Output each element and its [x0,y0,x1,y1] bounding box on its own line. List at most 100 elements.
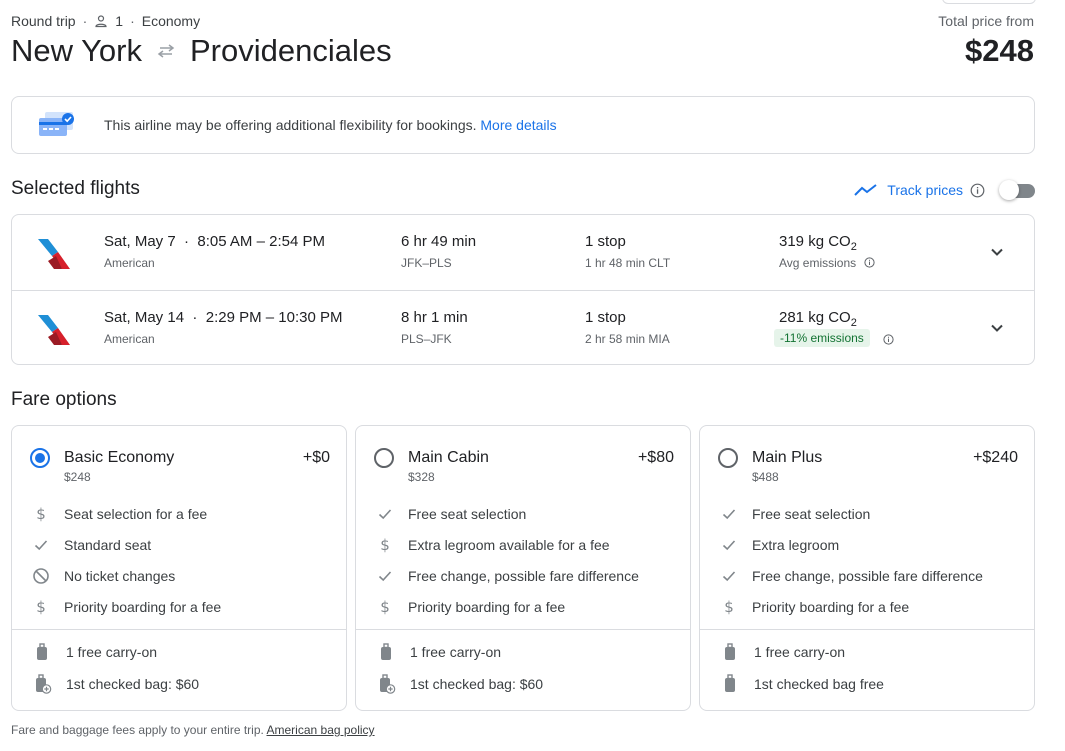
fare-card-main-cabin[interactable]: Main Cabin $328 +$80 Free seat selection $ Ex… [355,425,691,711]
flight-stops: 1 stop [585,233,626,250]
emissions-text: Avg emissions [779,256,857,270]
separator-dot: · [179,233,194,250]
fare-options-title: Fare options [11,389,117,410]
airline-name: American [104,332,155,346]
carry-on-text: 1 free carry-on [66,644,158,660]
carry-on-bag-icon [720,642,740,662]
separator-dot: · [82,13,88,29]
fare-feature: Standard seat [32,534,151,556]
fare-feature-text: Extra legroom [752,537,840,553]
fare-price-difference: +$240 [973,449,1018,466]
track-prices-toggle[interactable] [999,180,1035,200]
chevron-down-icon[interactable] [988,243,1006,261]
card-divider [356,629,690,630]
separator-dot: · [188,309,202,326]
fare-feature: $ Priority boarding for a fee [32,596,221,618]
fare-card-basic-economy[interactable]: Basic Economy $248 +$0 $ Seat selection for … [11,425,347,711]
trip-type: Round trip [11,13,76,29]
checked-bag-info: 1st checked bag free [720,673,884,695]
total-price: $248 [965,33,1034,68]
flight-datetime: Sat, May 7 · 8:05 AM – 2:54 PM [104,233,325,250]
fare-options-list: Basic Economy $248 +$0 $ Seat selection for … [11,425,1035,711]
fare-feature: Free seat selection [376,503,526,525]
selected-flights-list: Sat, May 7 · 8:05 AM – 2:54 PM American … [11,214,1035,365]
flight-times: 2:29 PM – 10:30 PM [205,309,343,326]
flight-layover: 2 hr 58 min MIA [585,332,670,346]
co2-amount: 281 kg CO2 [779,309,857,329]
check-icon [32,536,50,554]
checked-bag-text: 1st checked bag: $60 [410,676,544,692]
footnote-text: Fare and baggage fees apply to your enti… [11,723,264,737]
emissions-badge: -11% emissions [774,329,870,347]
track-prices-control[interactable]: Track prices [854,180,1035,200]
fare-radio-button[interactable] [30,448,50,468]
fare-name: Main Plus [752,449,823,466]
check-icon [376,505,394,523]
svg-text:$: $ [380,598,390,616]
fare-feature-text: Seat selection for a fee [64,506,208,522]
fare-price-difference: +$80 [637,449,674,466]
info-icon[interactable] [970,183,985,198]
cabin-class: Economy [141,13,201,29]
carry-on-info: 1 free carry-on [376,641,501,663]
fare-radio-button[interactable] [718,448,738,468]
check-icon [376,567,394,585]
flight-layover: 1 hr 48 min CLT [585,256,671,270]
svg-text:$: $ [380,536,390,554]
info-icon[interactable] [863,257,875,268]
bag-policy-link[interactable]: American bag policy [267,723,375,737]
flight-row-return[interactable]: Sat, May 14 · 2:29 PM – 10:30 PM America… [12,290,1034,365]
fare-feature-text: Free seat selection [752,506,871,522]
passenger-count: 1 [115,13,124,29]
card-divider [700,629,1034,630]
fare-feature-text: Free change, possible fare difference [752,568,983,584]
fare-footnote: Fare and baggage fees apply to your enti… [11,723,375,737]
fare-feature: Free change, possible fare difference [720,565,983,587]
carry-on-info: 1 free carry-on [32,641,157,663]
flight-row-outbound[interactable]: Sat, May 7 · 8:05 AM – 2:54 PM American … [12,215,1034,290]
chevron-down-icon[interactable] [988,319,1006,337]
svg-text:$: $ [36,598,46,616]
checked-bag-text: 1st checked bag: $60 [66,676,200,692]
fare-feature-text: Free seat selection [408,506,527,522]
info-icon[interactable] [883,334,894,345]
fare-price: $328 [408,470,435,484]
co2-subscript: 2 [850,241,857,253]
fare-feature: Free change, possible fare difference [376,565,639,587]
check-icon [720,536,738,554]
svg-text:$: $ [36,505,46,523]
checked-bag-info: 1st checked bag: $60 [32,673,199,695]
banner-text: This airline may be offering additional … [104,117,477,133]
fare-feature-text: Extra legroom available for a fee [408,537,610,553]
carry-on-text: 1 free carry-on [410,644,502,660]
flight-date: Sat, May 14 [104,309,185,326]
separator-dot: · [130,13,135,29]
fare-name: Main Cabin [408,449,489,466]
fare-feature: $ Priority boarding for a fee [720,596,909,618]
airline-name: American [104,256,155,270]
toggle-knob [999,180,1019,200]
fare-price-difference: +$0 [302,449,330,466]
fare-feature-text: Standard seat [64,537,152,553]
total-price-label: Total price from [938,13,1034,29]
selected-flights-title: Selected flights [11,178,140,199]
fare-feature: Extra legroom [720,534,839,556]
fare-card-main-plus[interactable]: Main Plus $488 +$240 Free seat selection Ext… [699,425,1035,711]
flight-duration: 8 hr 1 min [401,309,468,326]
emissions-label: Avg emissions [779,256,875,270]
flight-duration: 6 hr 49 min [401,233,477,250]
top-edge-button[interactable] [942,0,1036,4]
american-airlines-logo-icon [38,239,70,269]
svg-text:$: $ [724,598,734,616]
flight-times: 8:05 AM – 2:54 PM [197,233,325,250]
trip-summary: Round trip · 1 · Economy [11,13,200,29]
fare-radio-button[interactable] [374,448,394,468]
banner-message: This airline may be offering additional … [104,117,557,133]
carry-on-bag-icon [32,642,52,662]
more-details-link[interactable]: More details [480,117,556,133]
co2-value: 281 kg CO [779,309,851,326]
route-heading: New York Providenciales [11,33,392,69]
fare-feature: Free seat selection [720,503,870,525]
fare-feature-text: Priority boarding for a fee [752,599,910,615]
fare-feature-text: Priority boarding for a fee [64,599,222,615]
